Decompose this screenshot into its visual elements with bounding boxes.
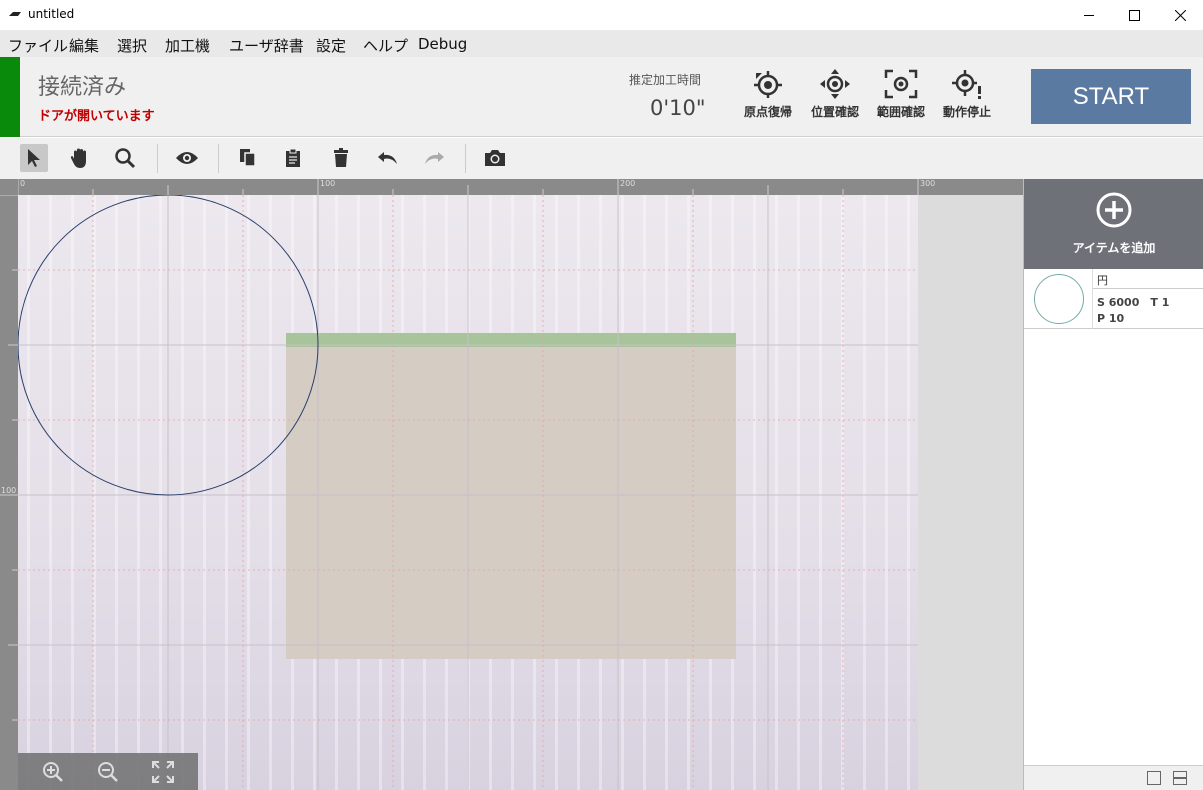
menu-bar: ファイル 編集 選択 加工機 ユーザ辞書 設定 ヘルプ Debug xyxy=(0,30,1203,57)
minimize-button[interactable] xyxy=(1066,0,1112,30)
estimated-time-label: 推定加工時間 xyxy=(629,73,702,87)
zoom-search-icon xyxy=(115,148,136,169)
ruler-label-0: 0 xyxy=(20,179,26,188)
stop-target-icon xyxy=(952,70,981,99)
add-item-label: アイテムを追加 xyxy=(1072,241,1156,255)
hand-pan-icon xyxy=(70,148,86,168)
close-button[interactable] xyxy=(1157,0,1203,30)
item-name: 円 xyxy=(1097,274,1108,287)
toolbar xyxy=(0,138,1203,179)
stop-operation-label: 動作停止 xyxy=(942,105,991,119)
item-panel: アイテムを追加 円 S 6000 T 1 P 10 xyxy=(1023,179,1203,790)
fit-view-button[interactable] xyxy=(150,759,176,785)
menu-debug[interactable]: Debug xyxy=(418,35,467,53)
panel-footer xyxy=(1024,765,1203,790)
delete-trash-icon xyxy=(334,148,348,167)
item-name-underline xyxy=(1093,288,1203,289)
select-arrow-icon xyxy=(28,149,40,167)
select-tool[interactable] xyxy=(20,144,48,172)
door-warning: ドアが開いています xyxy=(38,109,155,124)
position-move-icon xyxy=(820,69,850,99)
menu-file[interactable]: ファイル xyxy=(8,35,68,56)
pan-tool[interactable] xyxy=(66,144,94,172)
canvas-area[interactable]: 0 100 200 300 100 xyxy=(0,179,1023,790)
ruler-label-200: 200 xyxy=(620,179,636,188)
menu-user-dictionary[interactable]: ユーザ辞書 xyxy=(229,35,304,56)
single-view-icon[interactable] xyxy=(1147,771,1161,785)
title-bar: untitled xyxy=(0,0,1203,30)
fit-expand-icon xyxy=(152,761,174,783)
redo-button[interactable] xyxy=(420,144,448,172)
menu-select[interactable]: 選択 xyxy=(117,35,147,56)
redo-icon xyxy=(425,152,444,164)
delete-button[interactable] xyxy=(327,144,355,172)
work-area-camera-view[interactable] xyxy=(18,195,918,790)
circle-shape[interactable] xyxy=(18,195,319,496)
add-item-button[interactable]: アイテムを追加 xyxy=(1024,179,1203,269)
connection-indicator xyxy=(0,57,20,137)
status-panel: 接続済み ドアが開いています 推定加工時間 0'10" 原点復帰 位置確認 範囲… xyxy=(0,57,1203,137)
ruler-label-100: 100 xyxy=(320,179,336,188)
zoom-controls xyxy=(18,753,198,790)
range-check-label: 範囲確認 xyxy=(876,105,925,119)
window-title: untitled xyxy=(28,7,75,21)
eye-preview-icon xyxy=(176,152,198,164)
ruler-label-300: 300 xyxy=(920,179,936,188)
range-frame-icon xyxy=(884,69,918,99)
position-check-button[interactable]: 位置確認 xyxy=(803,69,867,129)
split-view-icon[interactable] xyxy=(1173,771,1187,785)
position-check-label: 位置確認 xyxy=(810,105,859,119)
ruler-label-left-100: 100 xyxy=(1,486,17,495)
zoom-in-icon xyxy=(43,762,63,782)
zoom-tool[interactable] xyxy=(111,144,139,172)
ruler-vertical: 100 xyxy=(0,194,18,790)
close-icon xyxy=(1174,9,1186,21)
item-thumbnail-circle xyxy=(1034,274,1084,324)
zoom-out-icon xyxy=(98,762,118,782)
toolbar-separator xyxy=(157,144,158,173)
menu-machine[interactable]: 加工機 xyxy=(165,35,210,56)
menu-edit[interactable]: 編集 xyxy=(69,35,99,56)
preview-tool[interactable] xyxy=(173,144,201,172)
menu-settings[interactable]: 設定 xyxy=(316,35,346,56)
item-speed-times: S 6000 T 1 xyxy=(1097,296,1170,309)
home-target-icon xyxy=(754,71,782,98)
copy-button[interactable] xyxy=(234,144,262,172)
paste-button[interactable] xyxy=(279,144,307,172)
start-button[interactable]: START xyxy=(1031,69,1191,124)
range-check-button[interactable]: 範囲確認 xyxy=(869,69,933,129)
toolbar-separator xyxy=(218,144,219,173)
maximize-icon xyxy=(1128,9,1140,21)
menu-help[interactable]: ヘルプ xyxy=(363,35,408,56)
toolbar-separator xyxy=(465,144,466,173)
item-power: P 10 xyxy=(1097,312,1125,325)
maximize-button[interactable] xyxy=(1111,0,1157,30)
list-item[interactable]: 円 S 6000 T 1 P 10 xyxy=(1024,269,1203,329)
camera-button[interactable] xyxy=(481,144,509,172)
undo-icon xyxy=(378,152,397,164)
paste-clipboard-icon xyxy=(286,148,300,167)
ruler-horizontal-ticks xyxy=(17,179,919,195)
home-return-label: 原点復帰 xyxy=(743,105,792,119)
app-logo-icon xyxy=(9,12,21,16)
item-divider xyxy=(1092,269,1093,329)
camera-icon xyxy=(485,150,505,166)
copy-icon xyxy=(240,149,256,167)
ruler-horizontal: 0 100 200 300 xyxy=(17,179,1023,195)
item-params: S 6000 T 1 P 10 xyxy=(1097,295,1169,327)
estimated-time-value: 0'10" xyxy=(650,96,706,120)
home-return-button[interactable]: 原点復帰 xyxy=(736,69,800,129)
out-of-bounds-area xyxy=(918,195,1023,790)
zoom-in-button[interactable] xyxy=(40,759,66,785)
zoom-out-button[interactable] xyxy=(95,759,121,785)
connection-status: 接続済み xyxy=(38,75,127,100)
stop-operation-button[interactable]: 動作停止 xyxy=(935,69,999,129)
design-layer xyxy=(18,195,319,496)
undo-button[interactable] xyxy=(374,144,402,172)
minimize-icon xyxy=(1083,14,1094,16)
add-plus-circle-icon xyxy=(1096,192,1132,228)
